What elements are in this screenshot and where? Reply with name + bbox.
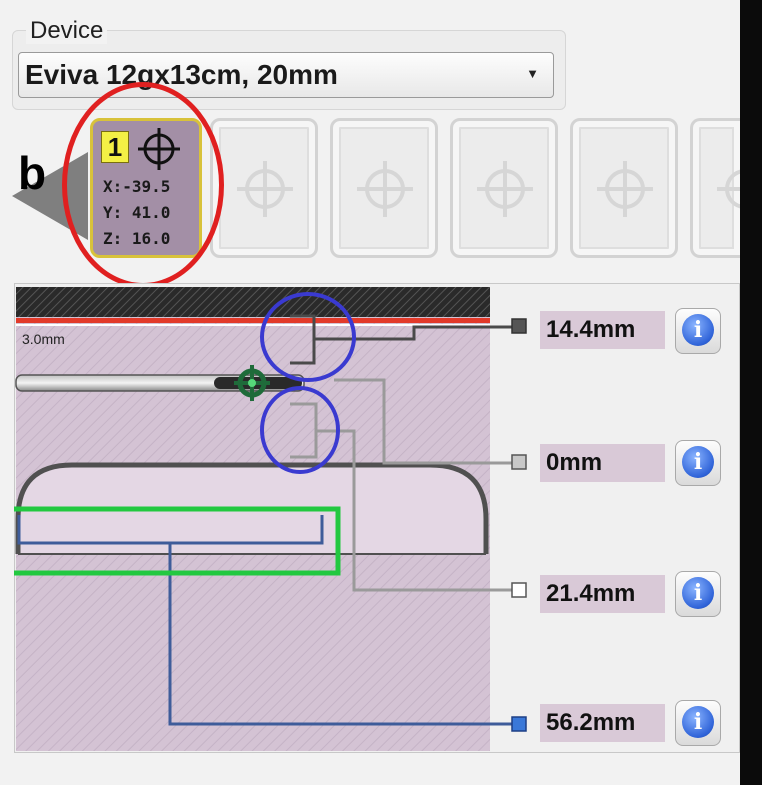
measurement-value: 21.4mm [546,580,636,607]
device-selected-value: Eviva 12gx13cm, 20mm [25,59,338,90]
figure-panel-label: b [18,147,47,199]
target-slot-empty[interactable] [570,118,678,258]
measurement-value: 56.2mm [546,709,636,736]
info-button[interactable]: i [675,571,721,617]
red-highlight-circle [62,82,224,288]
device-legend: Device [26,18,108,44]
marker-square [511,716,527,732]
info-button[interactable]: i [675,440,721,486]
info-icon: i [682,577,714,609]
info-icon: i [682,446,714,478]
target-slot-empty[interactable] [210,118,318,258]
target-slot-empty[interactable] [690,118,743,258]
measurement-value-box: 14.4mm [540,311,665,349]
skin-line [16,318,490,323]
crosshair-icon [237,161,293,217]
measurement-value: 0mm [546,449,603,476]
marker-square [511,318,527,334]
crosshair-icon [477,161,533,217]
measurement-value-box: 56.2mm [540,704,665,742]
breast-depth-diagram [14,287,527,751]
target-slot-empty[interactable] [330,118,438,258]
info-icon: i [682,314,714,346]
crosshair-icon [597,161,653,217]
marker-square [511,454,527,470]
window-edge [740,0,762,785]
marker-square [511,582,527,598]
info-icon: i [682,706,714,738]
info-button[interactable]: i [675,700,721,746]
target-slot-empty[interactable] [450,118,558,258]
measurement-value: 14.4mm [546,316,636,343]
scale-label: 3.0mm [22,331,65,347]
crosshair-icon [717,169,743,209]
chevron-down-icon[interactable]: ▼ [526,66,539,81]
measurement-value-box: 21.4mm [540,575,665,613]
measurement-value-box: 0mm [540,444,665,482]
crosshair-icon [357,161,413,217]
device-dropdown[interactable]: Eviva 12gx13cm, 20mm ▼ [18,52,554,98]
compression-paddle [16,287,490,317]
info-button[interactable]: i [675,308,721,354]
